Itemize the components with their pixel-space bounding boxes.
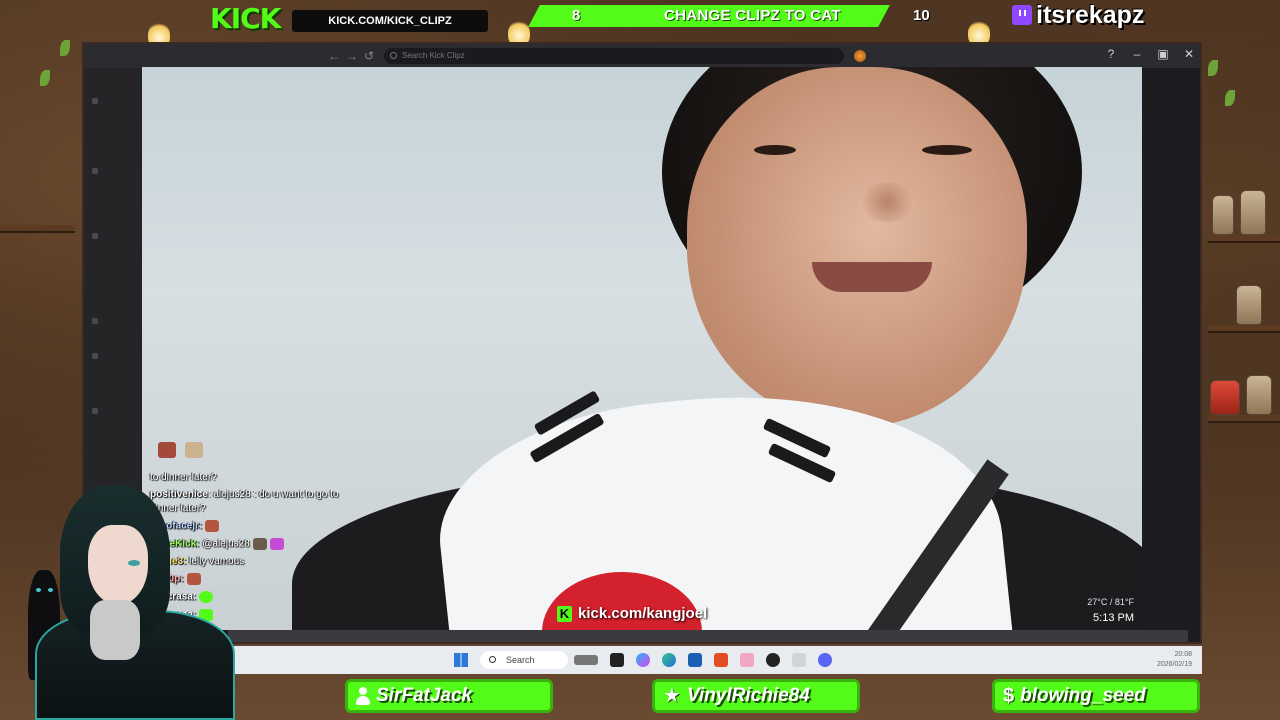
taskbar-time: 20:08 xyxy=(1174,651,1192,658)
shelf xyxy=(1208,415,1280,423)
kick-channel-watermark: K kick.com/kangjoel xyxy=(557,605,707,622)
history-icon[interactable]: ↺ xyxy=(364,48,374,64)
vote-right-count: 10 xyxy=(913,7,930,24)
twitch-icon xyxy=(1012,5,1032,25)
taskbar-datetime[interactable]: 20:08 2026/02/19 xyxy=(1157,650,1192,670)
taskbar-search[interactable]: Search xyxy=(480,651,568,669)
sidebar-item[interactable] xyxy=(92,318,98,324)
search-icon xyxy=(390,52,397,59)
brave-icon[interactable] xyxy=(714,653,728,667)
vtuber-cravat xyxy=(90,600,140,660)
video-person-eye xyxy=(922,145,972,155)
close-icon[interactable]: ✕ xyxy=(1180,47,1198,61)
taskbar-app-icon[interactable] xyxy=(792,653,806,667)
kick-channel-url: kick.com/kangjoel xyxy=(578,605,708,622)
discord-icon[interactable] xyxy=(818,653,832,667)
taskbar-app-icon[interactable] xyxy=(574,655,598,665)
video-person-eye xyxy=(754,145,796,155)
taskbar-date: 2026/02/19 xyxy=(1156,661,1192,668)
subscriber-name: VinylRichie84 xyxy=(686,685,810,706)
sidebar-item[interactable] xyxy=(92,408,98,414)
follower-name: SirFatJack xyxy=(376,685,473,706)
back-icon[interactable]: ← xyxy=(328,48,340,64)
video-clock: 5:13 PM xyxy=(1093,612,1134,624)
donation-bar: $ blowing_seed xyxy=(992,679,1200,713)
chat-avatar xyxy=(185,442,203,458)
minimize-icon[interactable]: – xyxy=(1128,47,1146,61)
sidebar-item[interactable] xyxy=(92,353,98,359)
jar xyxy=(1210,380,1240,415)
person-icon xyxy=(356,687,370,705)
forward-icon[interactable]: → xyxy=(346,48,358,64)
obs-icon[interactable] xyxy=(766,653,780,667)
vtuber-avatar xyxy=(0,480,245,720)
video-person-mouth xyxy=(812,262,932,292)
store-icon[interactable] xyxy=(688,653,702,667)
subscriber-bar: ★ VinylRichie84 xyxy=(652,679,860,713)
sidebar-item[interactable] xyxy=(92,233,98,239)
shelf xyxy=(1208,235,1280,243)
chat-emote xyxy=(269,538,284,550)
browser-search-input[interactable]: Search Kick Clipz xyxy=(384,48,844,64)
horizontal-scrollbar[interactable] xyxy=(228,630,1188,642)
windows-start-icon[interactable] xyxy=(454,653,468,667)
jar xyxy=(1246,375,1272,415)
top-overlay-bar: KICK KICK.COM/KICK_CLIPZ 8 CHANGE CLIPZ … xyxy=(0,0,1280,36)
vtuber-face xyxy=(88,525,148,605)
jar xyxy=(1236,285,1262,325)
video-person-face xyxy=(687,67,1027,427)
twitch-name: itsrekapz xyxy=(1036,0,1145,29)
kick-k-icon: K xyxy=(557,605,572,622)
taskbar-app-icon[interactable] xyxy=(610,653,624,667)
extension-icon[interactable] xyxy=(854,50,866,62)
taskbar: Search 20:08 2026/02/19 xyxy=(82,646,1202,674)
shelf xyxy=(1208,325,1280,333)
twitch-handle: itsrekapz xyxy=(1012,0,1144,30)
shelf xyxy=(0,225,75,233)
kick-logo: KICK xyxy=(210,2,281,35)
kick-url-label: KICK.COM/KICK_CLIPZ xyxy=(292,10,488,32)
jar xyxy=(1212,195,1234,235)
jar xyxy=(1240,190,1266,235)
browser-titlebar: ← → ↺ Search Kick Clipz ? – ▣ ✕ xyxy=(84,44,1200,68)
cat-eye xyxy=(36,588,41,592)
vote-label: CHANGE CLIPZ TO CAT xyxy=(664,7,841,24)
taskbar-search-label: Search xyxy=(506,655,535,665)
sidebar-item[interactable] xyxy=(92,168,98,174)
star-icon: ★ xyxy=(663,685,681,707)
maximize-icon[interactable]: ▣ xyxy=(1154,47,1172,61)
browser-search-placeholder: Search Kick Clipz xyxy=(402,51,465,60)
edge-icon[interactable] xyxy=(662,653,676,667)
vote-left-count: 8 xyxy=(572,7,581,24)
weather-readout: 27°C / 81°F xyxy=(1087,597,1134,607)
search-icon xyxy=(489,656,496,663)
help-icon[interactable]: ? xyxy=(1102,47,1120,61)
donor-name: blowing_seed xyxy=(1020,685,1146,706)
cat-eye xyxy=(48,588,53,592)
vtuber-eye xyxy=(128,560,140,566)
chat-emote xyxy=(252,538,267,550)
taskbar-app-icon[interactable] xyxy=(740,653,754,667)
follower-bar: SirFatJack xyxy=(345,679,553,713)
video-player[interactable] xyxy=(142,67,1142,630)
sidebar-item[interactable] xyxy=(92,98,98,104)
copilot-icon[interactable] xyxy=(636,653,650,667)
chat-avatar xyxy=(158,442,176,458)
dollar-icon: $ xyxy=(1003,684,1015,707)
video-person-nose xyxy=(857,182,917,222)
